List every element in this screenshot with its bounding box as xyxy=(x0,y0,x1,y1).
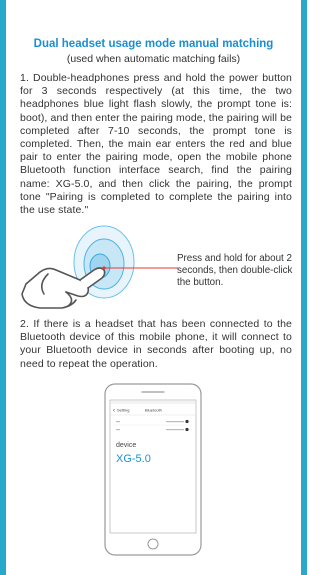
back-label: Setting xyxy=(117,408,129,413)
info-icon xyxy=(185,419,189,424)
screen-title: Bluetooth xyxy=(145,408,162,413)
left-accent-bar xyxy=(0,0,6,575)
info-icon xyxy=(185,427,189,432)
device-section-label: device xyxy=(116,442,136,449)
section-title: Dual headset usage mode manual matching xyxy=(33,38,274,50)
instruction-paragraph-1: 1. Double-headphones press and hold the … xyxy=(20,72,292,217)
instruction-paragraph-2: 2. If there is a headset that has been c… xyxy=(20,318,292,370)
right-accent-bar xyxy=(301,0,307,575)
back-chevron-icon: ‹ xyxy=(113,408,115,414)
callout-dot xyxy=(102,266,106,270)
phone-mockup: ‹ Setting Bluetooth device XG-5.0 xyxy=(104,383,202,556)
home-button-icon xyxy=(147,538,159,550)
figure-caption: Press and hold for about 2 seconds, then… xyxy=(177,253,293,288)
section-subtitle: (used when automatic matching fails) xyxy=(66,53,241,65)
earbud-press-illustration xyxy=(21,225,178,309)
device-name: XG-5.0 xyxy=(116,453,151,465)
